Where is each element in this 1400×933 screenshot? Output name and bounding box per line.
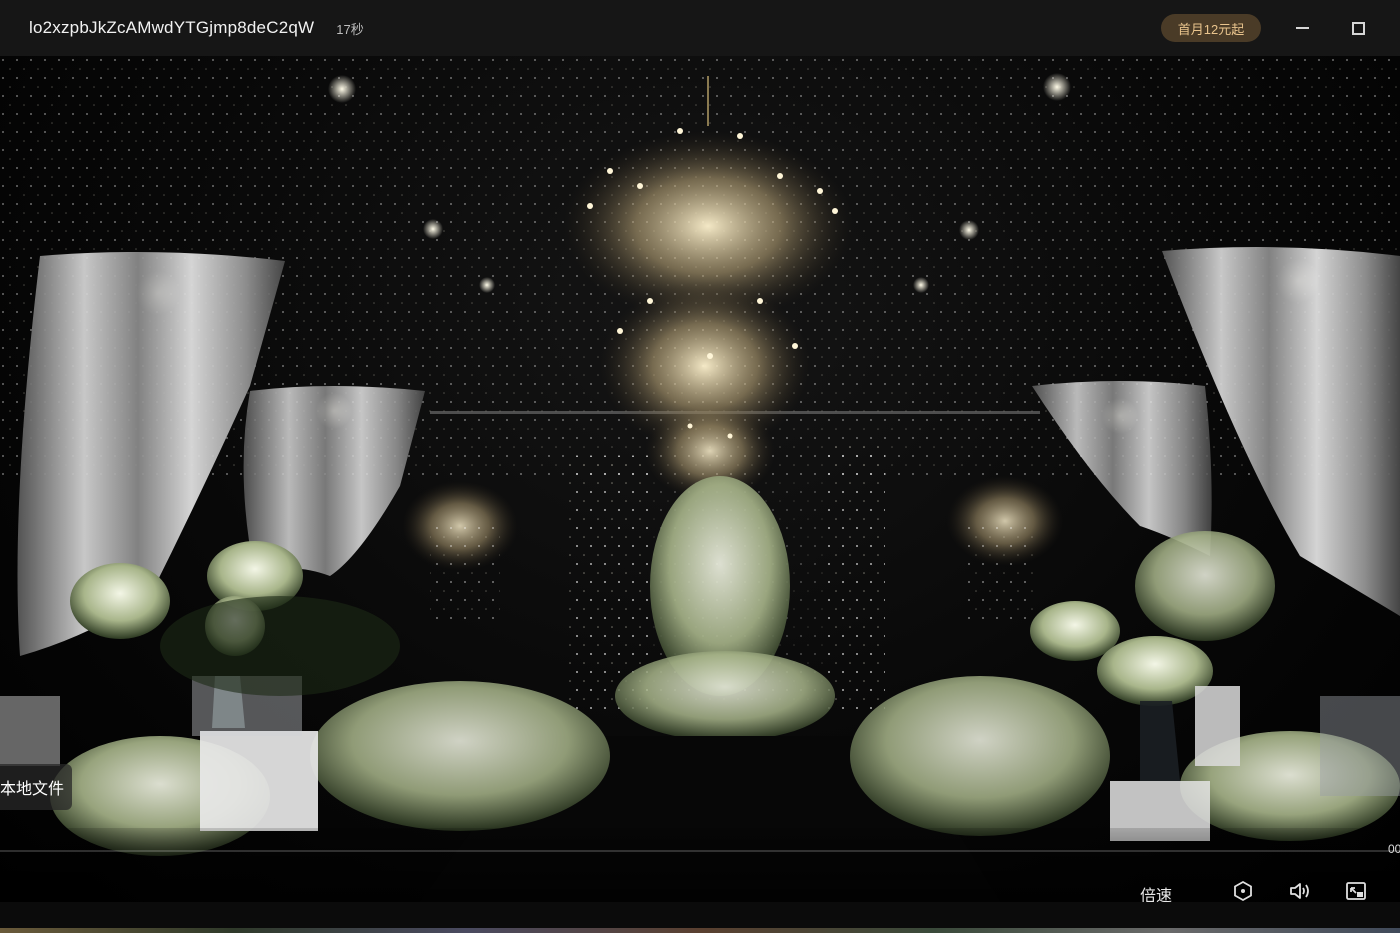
file-title: lo2xzpbJkZcAMwdYTGjmp8deC2qW bbox=[29, 18, 315, 37]
duration-label: 17秒 bbox=[336, 21, 364, 37]
maximize-button[interactable] bbox=[1344, 14, 1372, 42]
bottom-strip bbox=[0, 902, 1400, 933]
minimize-button[interactable] bbox=[1288, 14, 1316, 42]
title-bar: lo2xzpbJkZcAMwdYTGjmp8deC2qW 17秒 首月12元起 bbox=[0, 0, 1400, 56]
video-player[interactable]: 本地文件 00 倍速 bbox=[0, 56, 1400, 902]
promo-button[interactable]: 首月12元起 bbox=[1161, 14, 1261, 42]
maximize-icon bbox=[1351, 21, 1365, 35]
minimize-icon bbox=[1295, 27, 1309, 29]
pip-button[interactable] bbox=[1345, 880, 1369, 902]
local-file-label[interactable]: 本地文件 bbox=[0, 764, 72, 810]
hexagon-settings-icon bbox=[1234, 880, 1252, 902]
progress-bar[interactable] bbox=[0, 850, 1400, 852]
volume-button[interactable] bbox=[1288, 880, 1312, 902]
speed-button[interactable]: 倍速 bbox=[1140, 882, 1172, 902]
thumbnail-strip bbox=[0, 928, 1400, 933]
time-label: 00 bbox=[1388, 842, 1400, 856]
player-controls: 00 倍速 bbox=[0, 828, 1400, 902]
settings-button[interactable] bbox=[1232, 880, 1256, 902]
volume-icon bbox=[1290, 883, 1309, 899]
video-frame-image bbox=[0, 56, 1400, 902]
picture-in-picture-icon bbox=[1346, 882, 1366, 900]
